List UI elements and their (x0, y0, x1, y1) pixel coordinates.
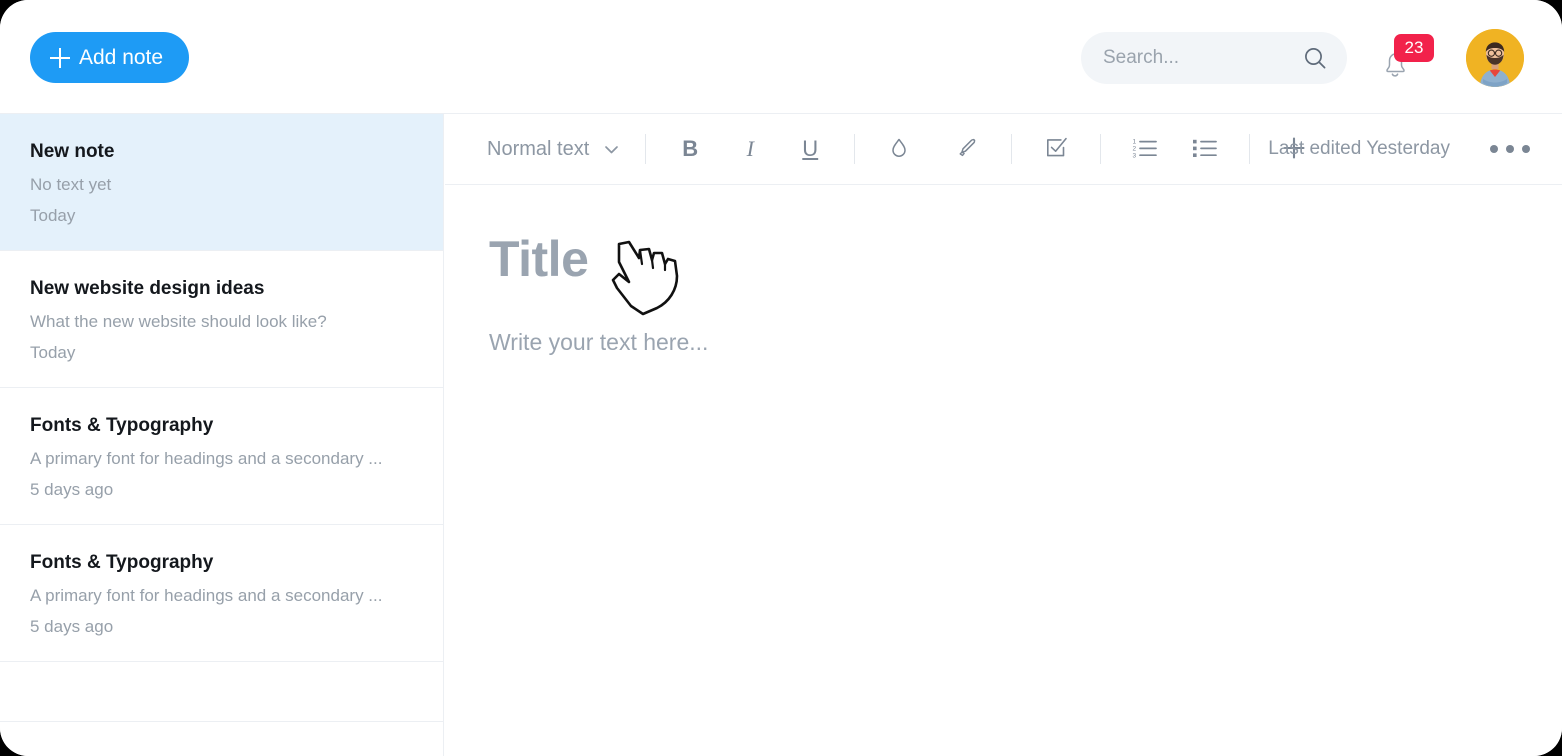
list-item[interactable]: New website design ideas What the new we… (0, 251, 443, 388)
toolbar-divider (1249, 134, 1251, 164)
search-placeholder: Search... (1103, 47, 1180, 68)
note-title-input[interactable]: Title (489, 230, 1562, 288)
app-header: Add note Search... 23 (0, 0, 1562, 114)
toolbar-divider (854, 134, 856, 164)
three-dots-icon (1522, 145, 1530, 153)
toolbar-divider (1100, 134, 1102, 164)
note-date: 5 days ago (30, 480, 114, 499)
search-input[interactable]: Search... (1081, 32, 1347, 84)
toolbar-divider (1011, 134, 1013, 164)
checkbox-checked-icon (1043, 135, 1069, 164)
note-body-input[interactable]: Write your text here... (489, 329, 1562, 356)
three-dots-icon (1490, 145, 1498, 153)
text-color-button[interactable] (879, 129, 919, 169)
plus-icon (50, 47, 70, 68)
note-title: Fonts & Typography (30, 415, 214, 436)
note-title: Fonts & Typography (30, 552, 214, 573)
last-edited-label: Last edited Yesterday (1268, 138, 1450, 159)
bulleted-list-icon (1192, 136, 1218, 163)
notes-list-sidebar[interactable]: New note No text yet Today New website d… (0, 114, 444, 756)
list-item[interactable]: Fonts & Typography A primary font for he… (0, 525, 443, 662)
checklist-button[interactable] (1036, 129, 1076, 169)
note-date: 5 days ago (30, 617, 114, 636)
note-snippet: A primary font for headings and a second… (30, 586, 383, 605)
svg-text:1: 1 (1133, 138, 1137, 145)
list-item[interactable] (0, 662, 443, 722)
numbered-list-button[interactable]: 1 2 3 (1125, 129, 1165, 169)
svg-text:3: 3 (1133, 152, 1137, 159)
highlighter-pen-icon (955, 136, 979, 163)
document-area[interactable]: Title Write your text here... (445, 185, 1562, 356)
search-icon[interactable] (1303, 46, 1327, 70)
chevron-down-icon (602, 140, 621, 159)
note-snippet: What the new website should look like? (30, 312, 327, 331)
notifications-button[interactable]: 23 (1376, 34, 1434, 82)
app-window: Add note Search... 23 New note No text y… (0, 0, 1562, 756)
text-style-dropdown[interactable]: Normal text (487, 138, 621, 161)
note-snippet: A primary font for headings and a second… (30, 449, 383, 468)
notification-badge: 23 (1394, 34, 1434, 62)
more-options-button[interactable] (1490, 145, 1530, 153)
add-note-label: Add note (79, 45, 164, 69)
toolbar-divider (645, 134, 647, 164)
note-editor: Normal text B I U 1 2 3 Last edited Yest… (445, 114, 1562, 756)
avatar[interactable] (1466, 29, 1524, 87)
highlighter-button[interactable] (947, 129, 987, 169)
text-style-label: Normal text (487, 137, 590, 160)
editor-toolbar: Normal text B I U 1 2 3 Last edited Yest… (445, 114, 1562, 185)
list-item[interactable]: New note No text yet Today (0, 114, 443, 251)
note-date: Today (30, 343, 76, 362)
note-date: Today (30, 206, 76, 225)
bulleted-list-button[interactable] (1185, 129, 1225, 169)
add-note-button[interactable]: Add note (30, 32, 190, 83)
three-dots-icon (1506, 145, 1514, 153)
note-title: New note (30, 141, 115, 162)
note-title: New website design ideas (30, 278, 265, 299)
underline-button[interactable]: U (790, 129, 830, 169)
numbered-list-icon: 1 2 3 (1132, 136, 1158, 163)
note-snippet: No text yet (30, 175, 112, 194)
water-drop-icon (888, 136, 910, 163)
list-item[interactable]: Fonts & Typography A primary font for he… (0, 388, 443, 525)
svg-text:2: 2 (1133, 145, 1137, 152)
bold-button[interactable]: B (670, 129, 710, 169)
italic-button[interactable]: I (730, 129, 770, 169)
